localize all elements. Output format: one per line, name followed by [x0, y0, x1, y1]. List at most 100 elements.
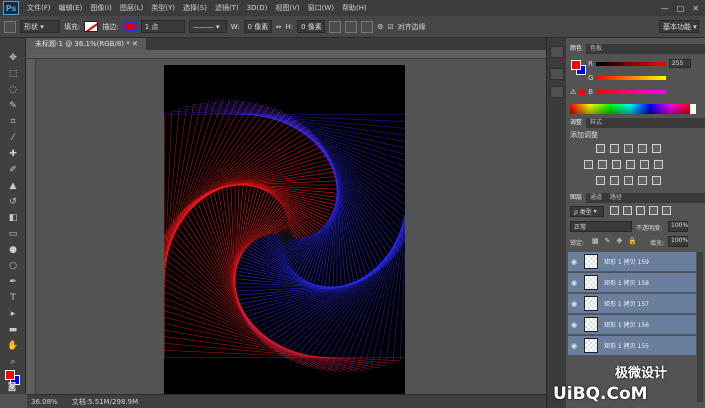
gradient-tool-icon[interactable]: ▭: [6, 228, 20, 240]
align-edges-checkbox[interactable]: ☑: [387, 23, 393, 31]
menu-layer[interactable]: 图层(L): [116, 3, 147, 13]
photo-filter-icon[interactable]: [626, 160, 635, 169]
green-slider[interactable]: [596, 75, 667, 80]
path-operations-icon[interactable]: [329, 20, 342, 33]
menu-type[interactable]: 类型(Y): [147, 3, 179, 13]
history-brush-icon[interactable]: ↺: [6, 196, 20, 208]
tab-styles[interactable]: 样式: [586, 118, 606, 128]
tab-paths[interactable]: 路径: [606, 193, 626, 203]
filter-type-icon[interactable]: [636, 206, 645, 215]
blue-slider[interactable]: [596, 89, 667, 94]
white-swatch[interactable]: [690, 104, 696, 114]
quick-select-tool-icon[interactable]: ✎: [6, 100, 20, 112]
stroke-type-select[interactable]: ——— ▾: [188, 20, 227, 33]
red-value[interactable]: 255: [668, 59, 691, 68]
layers-scrollbar[interactable]: [697, 252, 703, 402]
posterize-icon[interactable]: [610, 176, 619, 185]
menu-select[interactable]: 选择(S): [179, 3, 211, 13]
minimize-button[interactable]: —: [661, 4, 669, 13]
color-balance-icon[interactable]: [598, 160, 607, 169]
vibrance-icon[interactable]: [652, 144, 661, 153]
channel-mixer-icon[interactable]: [640, 160, 649, 169]
workspace-select[interactable]: 基本功能 ▾: [659, 20, 699, 33]
gear-icon[interactable]: ⚙: [377, 23, 383, 31]
menu-help[interactable]: 帮助(H): [338, 3, 371, 13]
threshold-icon[interactable]: [624, 176, 633, 185]
tool-preset-icon[interactable]: [4, 20, 16, 33]
lock-transparent-icon[interactable]: ▦: [592, 237, 599, 245]
filter-smart-icon[interactable]: [662, 206, 671, 215]
layer-row[interactable]: ◉ 矩形 1 拷贝 157: [568, 294, 696, 314]
brush-tool-icon[interactable]: ✐: [6, 164, 20, 176]
layer-filter-select[interactable]: ρ 类型 ▾: [570, 206, 604, 217]
lock-position-icon[interactable]: ✥: [617, 237, 623, 245]
filter-shape-icon[interactable]: [649, 206, 658, 215]
tab-swatches[interactable]: 色板: [586, 44, 606, 54]
menu-edit[interactable]: 编辑(E): [55, 3, 87, 13]
visibility-eye-icon[interactable]: ◉: [568, 342, 580, 350]
curves-icon[interactable]: [624, 144, 633, 153]
height-input[interactable]: 0 像素: [297, 20, 326, 33]
layer-row[interactable]: ◉ 矩形 1 拷贝 158: [568, 273, 696, 293]
menu-window[interactable]: 窗口(W): [304, 3, 338, 13]
path-alignment-icon[interactable]: [345, 20, 358, 33]
selective-color-icon[interactable]: [638, 176, 647, 185]
zoom-level[interactable]: 36.08%: [31, 398, 58, 406]
fill-input[interactable]: 100%: [668, 236, 688, 247]
document-canvas[interactable]: [149, 65, 423, 395]
exposure-icon[interactable]: [638, 144, 647, 153]
dodge-tool-icon[interactable]: ○: [6, 260, 20, 272]
visibility-eye-icon[interactable]: ◉: [568, 300, 580, 308]
move-tool-icon[interactable]: ✥: [6, 52, 20, 64]
levels-icon[interactable]: [610, 144, 619, 153]
zoom-tool-icon[interactable]: ⌕: [6, 356, 20, 368]
stroke-width-input[interactable]: 1 点: [140, 20, 185, 33]
menu-view[interactable]: 视图(V): [271, 3, 303, 13]
invert-icon[interactable]: [596, 176, 605, 185]
document-tab[interactable]: 未标题-1 @ 36.1%(RGB/8) * ✕: [27, 38, 146, 50]
tab-layers[interactable]: 图层: [566, 193, 587, 203]
layer-row[interactable]: ◉ 矩形 1 拷贝 156: [568, 315, 696, 335]
layer-row[interactable]: ◉ 矩形 1 拷贝 159: [568, 252, 696, 272]
crop-tool-icon[interactable]: ⌗: [6, 116, 20, 128]
hue-saturation-icon[interactable]: [584, 160, 593, 169]
path-select-tool-icon[interactable]: ▸: [6, 308, 20, 320]
menu-3d[interactable]: 3D(D): [243, 4, 272, 12]
properties-panel-icon[interactable]: [550, 86, 564, 98]
rectangle-tool-icon[interactable]: ▬: [6, 324, 20, 336]
menu-file[interactable]: 文件(F): [23, 3, 55, 13]
gradient-map-icon[interactable]: [652, 176, 661, 185]
type-tool-icon[interactable]: T: [6, 292, 20, 304]
marquee-tool-icon[interactable]: ⬚: [6, 68, 20, 80]
blend-mode-select[interactable]: 正常: [570, 221, 632, 232]
close-window-button[interactable]: ✕: [692, 4, 699, 13]
lasso-tool-icon[interactable]: ◌: [6, 84, 20, 96]
red-slider[interactable]: [595, 61, 666, 66]
visibility-eye-icon[interactable]: ◉: [568, 321, 580, 329]
clone-stamp-icon[interactable]: ▲: [6, 180, 20, 192]
color-lookup-icon[interactable]: [654, 160, 663, 169]
color-fg-swatch[interactable]: [571, 60, 581, 70]
filter-adjustment-icon[interactable]: [623, 206, 632, 215]
canvas-area[interactable]: [36, 59, 546, 395]
stroke-swatch[interactable]: [122, 21, 137, 32]
maximize-button[interactable]: □: [677, 4, 685, 13]
layer-row[interactable]: ◉ 矩形 1 拷贝 155: [568, 336, 696, 356]
path-arrangement-icon[interactable]: [361, 20, 374, 33]
link-icon[interactable]: ⇔: [276, 23, 282, 31]
foreground-color-swatch[interactable]: [5, 370, 15, 380]
tab-adjustments[interactable]: 调整: [566, 118, 587, 128]
opacity-input[interactable]: 100%: [668, 221, 688, 232]
eraser-tool-icon[interactable]: ◧: [6, 212, 20, 224]
eyedropper-tool-icon[interactable]: ⁄: [6, 132, 20, 144]
quick-mask-icon[interactable]: ◙: [5, 381, 19, 393]
close-tab-icon[interactable]: ✕: [132, 40, 138, 48]
width-input[interactable]: 0 像素: [243, 20, 272, 33]
gamut-swatch[interactable]: [579, 88, 586, 95]
black-white-icon[interactable]: [612, 160, 621, 169]
healing-brush-icon[interactable]: ✚: [6, 148, 20, 160]
color-spectrum-bar[interactable]: [570, 104, 690, 114]
pen-tool-icon[interactable]: ✒: [6, 276, 20, 288]
lock-all-icon[interactable]: 🔒: [628, 237, 637, 245]
visibility-eye-icon[interactable]: ◉: [568, 279, 580, 287]
